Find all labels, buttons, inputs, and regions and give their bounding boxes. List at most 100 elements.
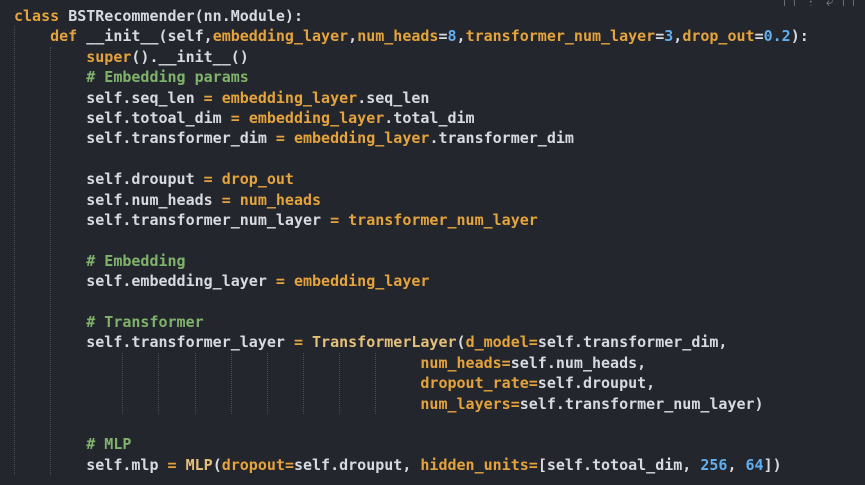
code-line: # Embedding [14, 251, 185, 271]
code-token: = [275, 272, 285, 291]
code-token: dropout [221, 455, 285, 474]
code-token: ( [456, 333, 466, 352]
code-token: = [293, 333, 303, 352]
code-token: self.seq_len [14, 88, 204, 107]
code-token: , [348, 27, 358, 46]
code-token: = [528, 374, 538, 393]
code-token: .transformer_dim [429, 129, 574, 148]
code-line: self.mlp = MLP(dropout=self.drouput, hid… [14, 455, 782, 475]
code-token: = [754, 27, 764, 46]
code-token: BSTRecommender(nn.Module): [68, 7, 303, 25]
code-token: = [510, 394, 520, 413]
branch-icon[interactable]: ⤶ [826, 0, 834, 6]
code-token: # Embedding params [86, 68, 249, 87]
code-token: num_heads [239, 190, 322, 209]
code-token: ().__init__() [131, 47, 249, 66]
code-token: ]) [763, 455, 782, 474]
code-token: self.embedding_layer [14, 272, 276, 291]
code-token: def [50, 27, 87, 46]
code-token: super [86, 47, 132, 66]
code-token: self.num_heads [14, 190, 222, 209]
code-token: transformer_num_layer [348, 211, 538, 229]
code-token: drop_out [682, 27, 755, 46]
code-token: num_layers [420, 394, 511, 413]
code-token: self.transformer_layer [14, 333, 294, 352]
code-token: dropout_rate [420, 374, 529, 393]
code-token: = [284, 455, 294, 474]
code-token: 256 [700, 455, 728, 474]
code-line: def __init__(self,embedding_layer,num_he… [14, 26, 809, 46]
split-icon[interactable]: ⋮ [804, 0, 818, 6]
code-token: 64 [745, 455, 764, 474]
code-token: = [203, 170, 213, 189]
code-token: , [456, 27, 466, 46]
code-token: num_heads [420, 353, 502, 372]
code-token: = [230, 109, 240, 127]
code-line: self.seq_len = embedding_layer.seq_len [14, 88, 429, 108]
code-token: , [673, 27, 683, 46]
copy-icon[interactable]: □ [783, 0, 796, 6]
code-token: self.drouput, [537, 374, 656, 393]
collapse-icon[interactable]: □ [842, 0, 855, 6]
code-token: __init__(self, [86, 27, 213, 46]
code-line: self.drouput = drop_out [14, 169, 294, 189]
code-token: self.transformer_dim, [537, 333, 728, 352]
code-line: # Transformer [14, 312, 203, 332]
code-token: = [221, 190, 231, 209]
code-token: self.transformer_num_layer [14, 211, 331, 229]
code-line: class BSTRecommender(nn.Module): [14, 6, 303, 26]
code-token: class [14, 7, 69, 25]
code-token: hidden_units [420, 455, 529, 474]
code-line: self.transformer_layer = TransformerLaye… [14, 332, 727, 352]
code-token: , [727, 455, 746, 474]
code-token: .seq_len [357, 88, 430, 107]
code-line: num_layers=self.transformer_num_layer) [14, 394, 764, 414]
code-token: self.totoal_dim [14, 109, 231, 127]
code-token: drop_out [221, 170, 294, 189]
code-token: self.transformer_dim [14, 129, 276, 148]
code-line: self.totoal_dim = embedding_layer.total_… [14, 108, 475, 128]
code-token: = [275, 129, 285, 148]
code-editor[interactable]: □ ⋮ ⤶ □ class BSTRecommender(nn.Module):… [0, 0, 865, 485]
code-line: # MLP [14, 434, 131, 454]
code-token: 0.2 [763, 27, 791, 46]
code-token: MLP [185, 455, 213, 474]
code-line: # Embedding params [14, 67, 249, 87]
code-token: = [655, 27, 665, 46]
code-token: = [438, 27, 448, 46]
code-token: self.transformer_num_layer) [519, 394, 764, 413]
code-token: 3 [664, 27, 674, 46]
code-token: # MLP [86, 435, 132, 454]
code-token: self.drouput, [293, 455, 421, 474]
code-token: .total_dim [384, 109, 475, 127]
code-token: ( [212, 455, 222, 474]
code-token: = [203, 88, 213, 107]
code-token: self.drouput [14, 170, 204, 189]
code-token: embedding_layer [293, 272, 430, 291]
code-line: super().__init__() [14, 47, 249, 67]
code-token: = [330, 211, 340, 229]
editor-toolbar: □ ⋮ ⤶ □ [783, 0, 855, 6]
code-line: self.embedding_layer = embedding_layer [14, 271, 429, 291]
code-token: num_heads [357, 27, 439, 46]
code-line: num_heads=self.num_heads, [14, 353, 646, 373]
code-token: = [167, 455, 177, 474]
code-token: TransformerLayer [312, 333, 457, 352]
code-token: embedding_layer [212, 27, 349, 46]
code-line: self.num_heads = num_heads [14, 190, 321, 210]
